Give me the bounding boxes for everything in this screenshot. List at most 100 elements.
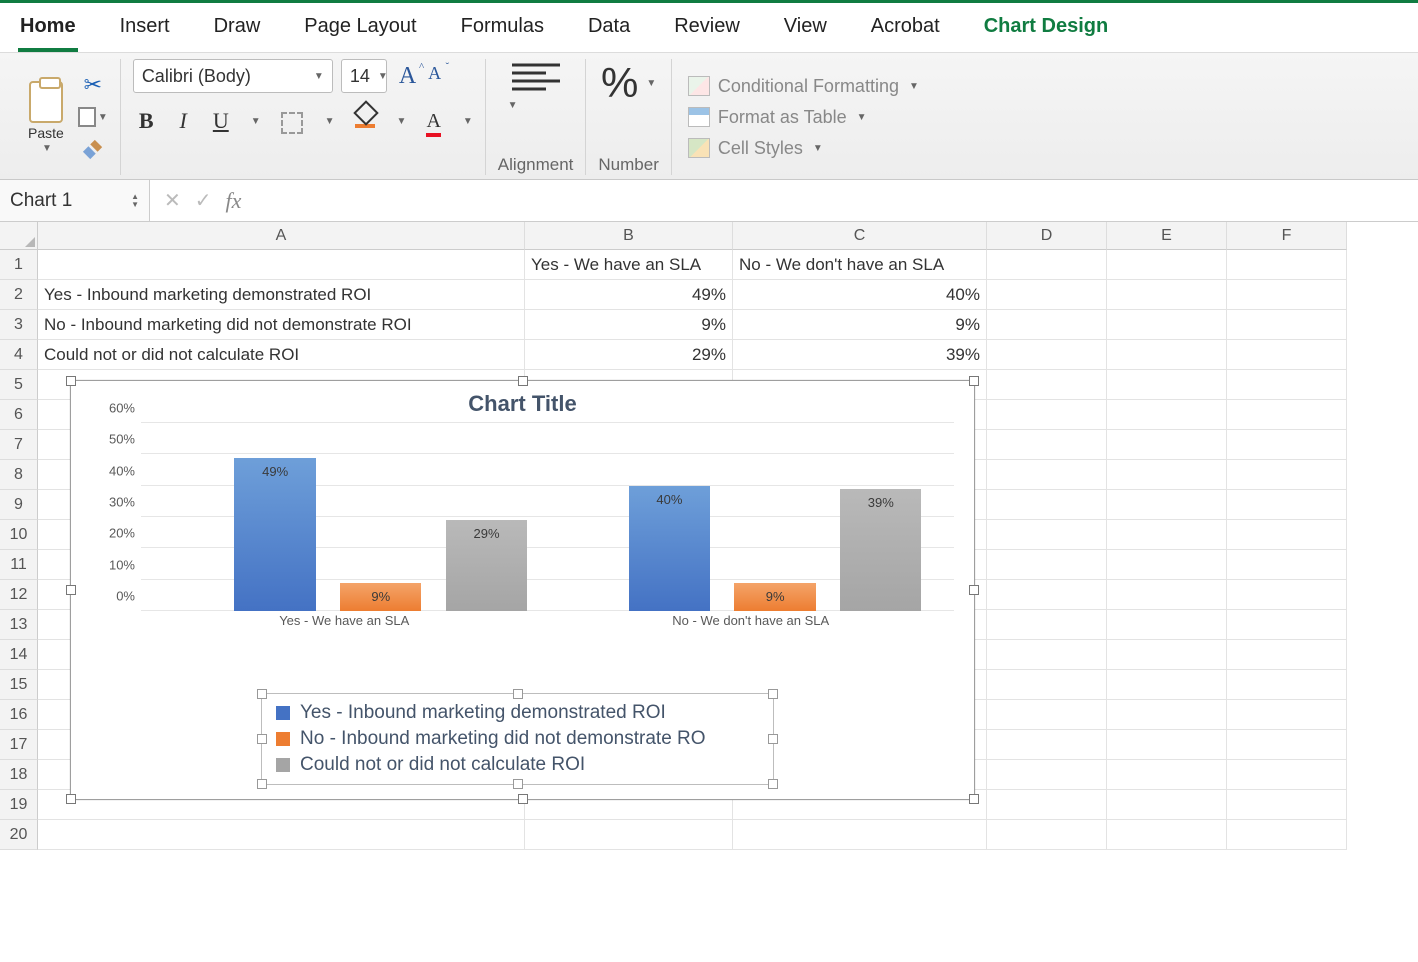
- cell[interactable]: [1107, 820, 1227, 850]
- copy-button[interactable]: ▼: [78, 104, 108, 130]
- cancel-formula-button[interactable]: ✕: [164, 188, 181, 213]
- tab-draw[interactable]: Draw: [212, 11, 263, 52]
- tab-acrobat[interactable]: Acrobat: [869, 11, 942, 52]
- cell[interactable]: [987, 580, 1107, 610]
- resize-handle[interactable]: [969, 585, 979, 595]
- cell[interactable]: [1107, 790, 1227, 820]
- cell-A1[interactable]: [38, 250, 525, 280]
- cell-C4[interactable]: 39%: [733, 340, 987, 370]
- cell[interactable]: [1107, 760, 1227, 790]
- cut-button[interactable]: ✂: [78, 72, 108, 98]
- cell-E3[interactable]: [1107, 310, 1227, 340]
- resize-handle[interactable]: [513, 689, 523, 699]
- bar-series2-cat1[interactable]: 9%: [340, 583, 421, 611]
- resize-handle[interactable]: [969, 794, 979, 804]
- name-box-stepper[interactable]: ▲▼: [131, 193, 139, 209]
- cell[interactable]: [987, 670, 1107, 700]
- cell[interactable]: [1227, 550, 1347, 580]
- cell-C1[interactable]: No - We don't have an SLA: [733, 250, 987, 280]
- cell[interactable]: [1227, 370, 1347, 400]
- resize-handle[interactable]: [66, 794, 76, 804]
- cell-F2[interactable]: [1227, 280, 1347, 310]
- cell[interactable]: [1227, 490, 1347, 520]
- cell-E2[interactable]: [1107, 280, 1227, 310]
- bar-series3-cat2[interactable]: 39%: [840, 489, 921, 611]
- row-header[interactable]: 6: [0, 400, 38, 430]
- col-header-C[interactable]: C: [733, 222, 987, 250]
- cell[interactable]: [987, 430, 1107, 460]
- row-header[interactable]: 16: [0, 700, 38, 730]
- cell[interactable]: [1227, 430, 1347, 460]
- resize-handle[interactable]: [969, 376, 979, 386]
- cell[interactable]: [987, 640, 1107, 670]
- cell[interactable]: [1107, 370, 1227, 400]
- cell-F4[interactable]: [1227, 340, 1347, 370]
- cell-A3[interactable]: No - Inbound marketing did not demonstra…: [38, 310, 525, 340]
- cell[interactable]: [987, 820, 1107, 850]
- bold-button[interactable]: B: [133, 106, 160, 136]
- cell-A2[interactable]: Yes - Inbound marketing demonstrated ROI: [38, 280, 525, 310]
- cell[interactable]: [987, 550, 1107, 580]
- row-header[interactable]: 19: [0, 790, 38, 820]
- row-header[interactable]: 18: [0, 760, 38, 790]
- bar-series3-cat1[interactable]: 29%: [446, 520, 527, 611]
- cell[interactable]: [1107, 580, 1227, 610]
- cell-B2[interactable]: 49%: [525, 280, 733, 310]
- format-as-table-button[interactable]: Format as Table ▼: [684, 105, 923, 130]
- borders-button[interactable]: [275, 106, 309, 136]
- cell[interactable]: [987, 520, 1107, 550]
- cell-F1[interactable]: [1227, 250, 1347, 280]
- resize-handle[interactable]: [518, 794, 528, 804]
- cell[interactable]: [1107, 430, 1227, 460]
- alignment-button[interactable]: ▼: [506, 59, 566, 111]
- resize-handle[interactable]: [257, 689, 267, 699]
- cell[interactable]: [987, 610, 1107, 640]
- resize-handle[interactable]: [257, 779, 267, 789]
- cell[interactable]: [1227, 820, 1347, 850]
- cell[interactable]: [1107, 670, 1227, 700]
- tab-chart-design[interactable]: Chart Design: [982, 11, 1110, 52]
- resize-handle[interactable]: [518, 376, 528, 386]
- font-name-select[interactable]: Calibri (Body) ▼: [133, 59, 333, 93]
- cell-B1[interactable]: Yes - We have an SLA: [525, 250, 733, 280]
- tab-view[interactable]: View: [782, 11, 829, 52]
- row-header[interactable]: 2: [0, 280, 38, 310]
- cell[interactable]: [1227, 400, 1347, 430]
- font-size-select[interactable]: 14 ▼: [341, 59, 387, 93]
- row-header[interactable]: 8: [0, 460, 38, 490]
- row-header[interactable]: 20: [0, 820, 38, 850]
- bar-series1-cat1[interactable]: 49%: [234, 458, 315, 611]
- fx-icon[interactable]: fx: [226, 188, 242, 214]
- row-header[interactable]: 10: [0, 520, 38, 550]
- tab-data[interactable]: Data: [586, 11, 632, 52]
- col-header-A[interactable]: A: [38, 222, 525, 250]
- formula-bar-input[interactable]: [255, 180, 1418, 221]
- resize-handle[interactable]: [768, 734, 778, 744]
- cell[interactable]: [987, 700, 1107, 730]
- fill-color-button[interactable]: [349, 106, 381, 136]
- embedded-chart[interactable]: Chart Title 0% 10% 20% 30% 40% 50% 60%: [70, 380, 975, 800]
- row-header[interactable]: 15: [0, 670, 38, 700]
- paste-button[interactable]: Paste ▼: [22, 77, 70, 158]
- cell[interactable]: [525, 820, 733, 850]
- cell[interactable]: [1227, 730, 1347, 760]
- cell[interactable]: [987, 760, 1107, 790]
- tab-insert[interactable]: Insert: [118, 11, 172, 52]
- row-header[interactable]: 9: [0, 490, 38, 520]
- legend-item[interactable]: No - Inbound marketing did not demonstra…: [276, 726, 759, 752]
- cell[interactable]: [1107, 730, 1227, 760]
- underline-button[interactable]: U: [207, 106, 235, 136]
- cell[interactable]: [987, 790, 1107, 820]
- cell-E4[interactable]: [1107, 340, 1227, 370]
- cell[interactable]: [1107, 640, 1227, 670]
- tab-review[interactable]: Review: [672, 11, 742, 52]
- col-header-D[interactable]: D: [987, 222, 1107, 250]
- legend-item[interactable]: Yes - Inbound marketing demonstrated ROI: [276, 700, 759, 726]
- row-header[interactable]: 1: [0, 250, 38, 280]
- cell[interactable]: [1107, 400, 1227, 430]
- cell[interactable]: [1227, 580, 1347, 610]
- resize-handle[interactable]: [66, 376, 76, 386]
- resize-handle[interactable]: [768, 689, 778, 699]
- cell[interactable]: [1107, 490, 1227, 520]
- col-header-E[interactable]: E: [1107, 222, 1227, 250]
